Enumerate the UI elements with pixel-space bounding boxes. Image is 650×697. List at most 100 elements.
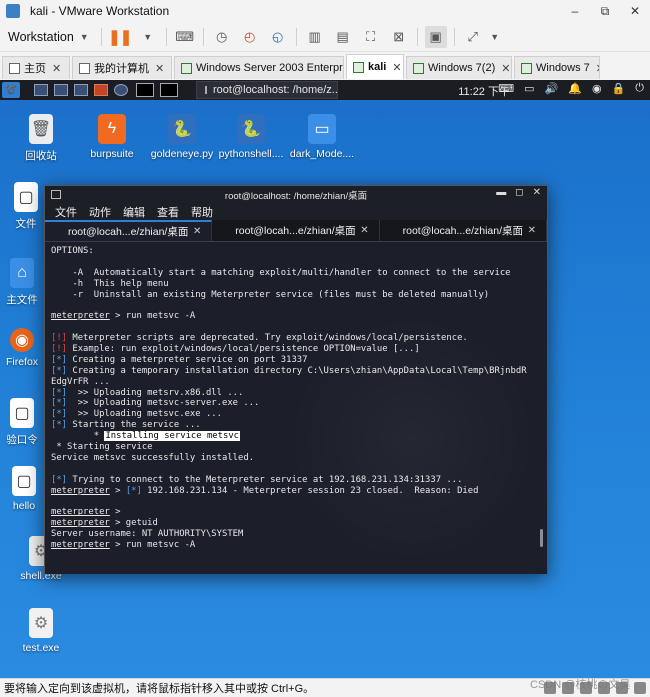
power-dropdown-button[interactable]: ▼	[137, 26, 159, 48]
desktop-icon-burpsuite[interactable]: ϟ burpsuite	[77, 114, 147, 160]
menu-edit[interactable]: 编辑	[123, 204, 145, 220]
close-icon[interactable]: ✕	[155, 62, 164, 75]
menu-view[interactable]: 查看	[157, 204, 179, 220]
pause-button[interactable]: ❚❚	[108, 26, 132, 48]
command-text: > run metsvc -A	[109, 540, 196, 551]
display-icon[interactable]	[634, 682, 646, 694]
terminal-titlebar[interactable]: root@localhost: /home/zhian/桌面 ▬ ◻ ✕	[45, 186, 547, 204]
desktop-icon-label: hello	[12, 500, 36, 512]
terminal-tab-label: root@locah...e/zhian/桌面	[235, 225, 356, 237]
library-icon: ▥	[308, 28, 321, 44]
terminal-scrollbar[interactable]	[540, 529, 543, 547]
vm-display[interactable]: ➰ root@localhost: /home/z... 11:22 下午 ⌨ …	[0, 80, 650, 678]
menu-help[interactable]: 帮助	[191, 204, 213, 220]
browser-icon[interactable]	[74, 84, 88, 96]
chevron-down-icon: ▼	[143, 31, 153, 42]
firefox-icon[interactable]	[94, 84, 108, 96]
tab-label: Windows 7	[536, 62, 590, 74]
firefox-icon: ◉	[10, 328, 34, 352]
desktop-icon-passwords[interactable]: ▢ 验口令	[0, 398, 44, 447]
desktop-icon-label: test.exe	[22, 642, 60, 654]
close-icon[interactable]: ✕	[596, 62, 599, 75]
power-icon[interactable]: ⏻	[635, 82, 644, 95]
full-screen-button[interactable]: ⛶	[360, 26, 382, 48]
tab-windows-7-2[interactable]: Windows 7(2) ✕	[406, 56, 512, 79]
console-view-button[interactable]: ▣	[424, 25, 447, 48]
close-icon[interactable]: ✕	[528, 225, 536, 236]
thumbnail-bar-button[interactable]: ▤	[332, 26, 354, 48]
terminal-command-line: meterpreter > [*] 192.168.231.134 - Mete…	[51, 486, 541, 497]
file-manager-icon[interactable]	[54, 84, 68, 96]
stretch-dropdown-button[interactable]: ▼	[490, 26, 500, 48]
restore-button[interactable]: ⧉	[590, 0, 620, 22]
line-text: >> Uploading metsvc-server.exe ...	[67, 398, 260, 409]
close-icon[interactable]: ✕	[193, 226, 201, 237]
globe-icon[interactable]	[114, 84, 128, 96]
stretch-button[interactable]: ⤢	[462, 26, 484, 48]
close-icon[interactable]: ✕	[392, 61, 401, 74]
desktop-icon-goldeneye[interactable]: 🐍 goldeneye.py	[147, 114, 217, 160]
terminal-output[interactable]: OPTIONS: -A Automatically start a matchi…	[45, 244, 547, 574]
desktop-icon-test-exe[interactable]: ⚙ test.exe	[6, 608, 76, 654]
terminal-line: [*] Creating a meterpreter service on po…	[51, 355, 541, 366]
menu-actions[interactable]: 动作	[89, 204, 111, 220]
snapshot-button[interactable]: ◷	[211, 26, 233, 48]
close-button[interactable]: ✕	[533, 187, 541, 198]
volume-icon[interactable]: 🔊	[545, 82, 559, 95]
close-icon[interactable]: ✕	[360, 225, 368, 236]
show-library-button[interactable]: ▥	[304, 26, 326, 48]
desktop-icon-dark-mode[interactable]: ▭ dark_Mode....	[287, 114, 357, 160]
terminal-window[interactable]: root@localhost: /home/zhian/桌面 ▬ ◻ ✕ 文件 …	[44, 185, 548, 574]
tab-my-computer[interactable]: 我的计算机 ✕	[72, 56, 172, 79]
kali-menu-icon[interactable]: ➰	[2, 82, 20, 98]
display-icon[interactable]: ▭	[524, 82, 534, 95]
unity-button[interactable]: ⊠	[388, 26, 410, 48]
tab-kali[interactable]: kali ✕	[346, 54, 404, 79]
desktop-icon-pythonshell[interactable]: 🐍 pythonshell....	[216, 114, 286, 160]
kali-panel: ➰ root@localhost: /home/z... 11:22 下午 ⌨ …	[0, 80, 650, 100]
desktop-icon-label: 验口令	[6, 434, 38, 446]
lock-icon[interactable]: 🔒	[612, 82, 626, 95]
terminal-line: [*] >> Uploading metsvc.exe ...	[51, 409, 541, 420]
settings-icon[interactable]: ◉	[592, 82, 602, 95]
workspace-icon[interactable]	[34, 84, 48, 96]
desktop-icon-label: 主文件	[6, 294, 38, 306]
snapshot-manager-button[interactable]: ◵	[267, 26, 289, 48]
minimize-button[interactable]: ▬	[496, 187, 506, 198]
workstation-menu-label: Workstation	[8, 29, 74, 44]
desktop-icon-files[interactable]: ▢ 文件	[6, 182, 46, 231]
terminal-tab[interactable]: root@locah...e/zhian/桌面 ✕	[212, 220, 380, 241]
snapshot-manager-icon: ◵	[272, 28, 284, 44]
workstation-menu[interactable]: Workstation ▼	[0, 26, 97, 48]
maximize-button[interactable]: ◻	[515, 187, 523, 198]
line-text: >> Uploading metsvc.exe ...	[67, 409, 222, 420]
terminal-launcher-icon[interactable]	[160, 83, 178, 97]
meterpreter-prompt: meterpreter	[51, 485, 110, 496]
revert-snapshot-button[interactable]: ◴	[239, 26, 261, 48]
close-button[interactable]: ✕	[620, 0, 650, 22]
terminal-tab[interactable]: root@locah...e/zhian/桌面 ✕	[380, 220, 547, 241]
desktop-icon-hello[interactable]: ▢ hello	[4, 466, 44, 512]
notification-bell-icon[interactable]: 🔔	[568, 82, 582, 95]
terminal-tab[interactable]: root@locah...e/zhian/桌面 ✕	[45, 220, 213, 241]
tab-home[interactable]: 主页 ✕	[2, 56, 70, 79]
send-ctrl-alt-del-button[interactable]: ⌨	[174, 26, 196, 48]
desktop-icon-firefox[interactable]: ◉ Firefox	[0, 328, 44, 368]
desktop-icon-recycle-bin[interactable]: 🗑 回收站	[6, 114, 76, 163]
menu-file[interactable]: 文件	[55, 204, 77, 220]
keyboard-layout-icon[interactable]: ⌨	[498, 82, 514, 95]
terminal-line: OPTIONS:	[51, 246, 94, 256]
close-icon[interactable]: ✕	[52, 62, 61, 75]
keyboard-icon: ⌨	[175, 28, 195, 44]
tab-windows-server-2003[interactable]: Windows Server 2003 Enterpris... ✕	[174, 56, 344, 79]
burpsuite-icon: ϟ	[98, 114, 126, 144]
terminal-launcher-icon[interactable]	[136, 83, 154, 97]
terminal-line: * Starting service	[51, 442, 153, 453]
console-icon: ▣	[429, 28, 442, 44]
chevron-down-icon: ▼	[490, 31, 500, 42]
taskbar-terminal-window[interactable]: root@localhost: /home/z...	[196, 81, 338, 99]
close-icon[interactable]: ✕	[501, 62, 510, 75]
minimize-button[interactable]: –	[560, 0, 590, 22]
tab-windows-7[interactable]: Windows 7 ✕	[514, 56, 600, 79]
desktop-icon-home[interactable]: ⌂ 主文件	[0, 258, 44, 307]
